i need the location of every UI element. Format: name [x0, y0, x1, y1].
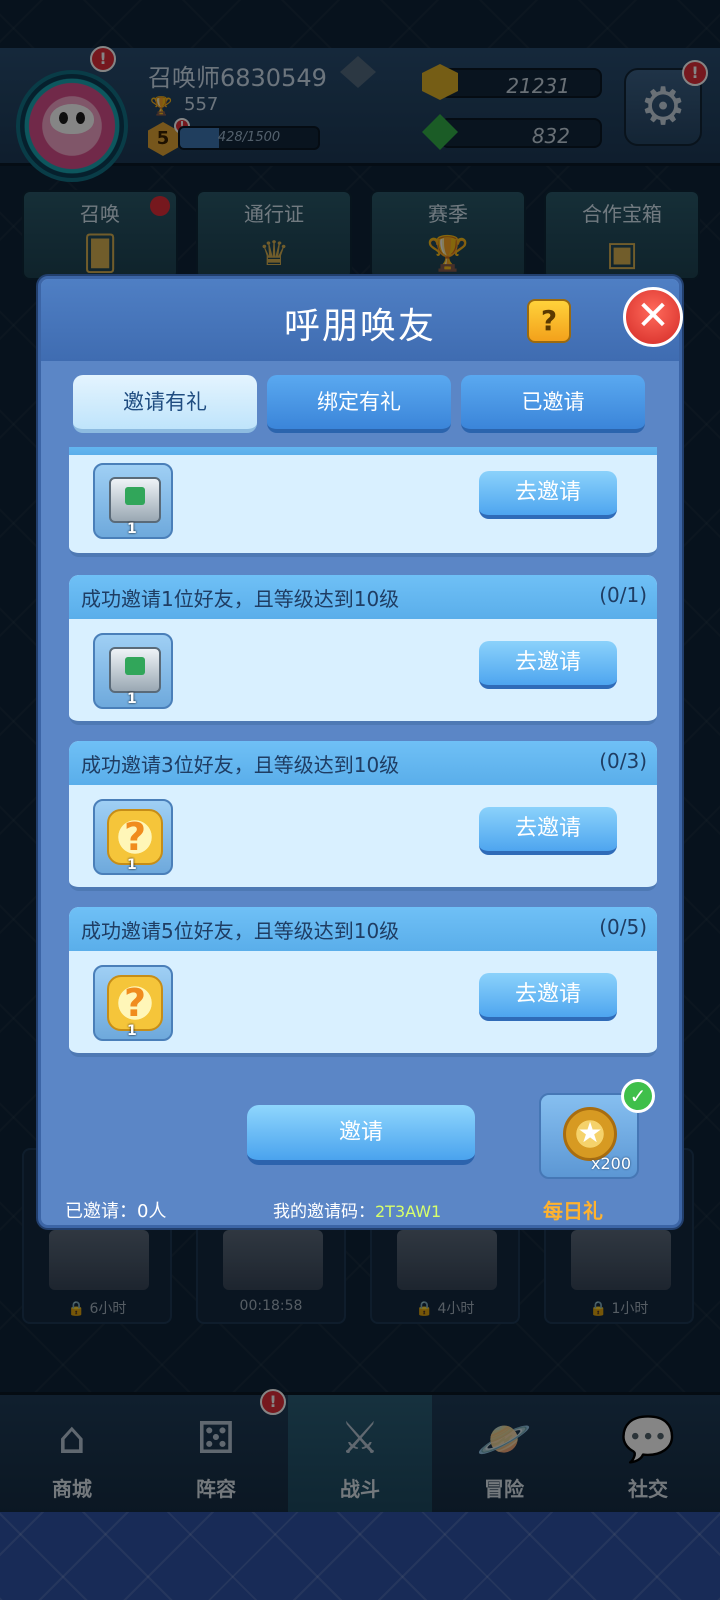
card-header: 成功邀请1位好友，且等级达到10级 (0/1) [69, 575, 657, 619]
reward-count: 1 [127, 1023, 137, 1039]
task-card: 成功邀请3位好友，且等级达到10级 (0/3) ? 1 去邀请 [69, 741, 657, 891]
check-icon: ✓ [621, 1079, 655, 1113]
chest-reward-icon [109, 477, 161, 523]
task-progress: (0/5) [599, 915, 647, 939]
reward-item[interactable]: ? 1 [93, 965, 173, 1041]
card-header: 成功邀请3位好友，且等级达到10级 (0/3) [69, 741, 657, 785]
invite-code-row: 我的邀请码：2T3AW1 [273, 1197, 441, 1222]
invite-friends-modal: 呼朋唤友 ? ✕ 邀请有礼 绑定有礼 已邀请 1 去邀请 成功邀请1位好友，且等… [38, 276, 683, 1228]
task-progress: (0/1) [599, 583, 647, 607]
reward-count: 1 [127, 521, 137, 537]
close-button[interactable]: ✕ [623, 287, 683, 347]
task-card: 成功邀请5位好友，且等级达到10级 (0/5) ? 1 去邀请 [69, 907, 657, 1057]
invite-button[interactable]: 邀请 [247, 1105, 475, 1165]
task-progress: (0/3) [599, 749, 647, 773]
reward-item[interactable]: ? 1 [93, 799, 173, 875]
invited-count: 已邀请：0人 [65, 1201, 167, 1222]
invite-code-label: 我的邀请码： [273, 1202, 375, 1222]
go-invite-button[interactable]: 去邀请 [479, 973, 617, 1021]
help-button[interactable]: ? [527, 299, 571, 343]
card-header: 成功邀请5位好友，且等级达到10级 (0/5) [69, 907, 657, 951]
task-card: 1 去邀请 [69, 447, 657, 557]
task-card: 成功邀请1位好友，且等级达到10级 (0/1) 1 去邀请 [69, 575, 657, 725]
reward-count: 1 [127, 691, 137, 707]
daily-reward-qty: x200 [590, 1154, 631, 1173]
go-invite-button[interactable]: 去邀请 [479, 807, 617, 855]
daily-gift-label[interactable]: 每日礼 [543, 1195, 603, 1224]
reward-item[interactable]: 1 [93, 463, 173, 539]
coin-icon: ★ [563, 1107, 617, 1161]
task-title: 成功邀请5位好友，且等级达到10级 [81, 919, 400, 943]
tab-bind-rewards[interactable]: 绑定有礼 [267, 375, 451, 433]
task-title: 成功邀请3位好友，且等级达到10级 [81, 753, 400, 777]
task-title: 成功邀请1位好友，且等级达到10级 [81, 587, 400, 611]
reward-count: 1 [127, 857, 137, 873]
modal-title: 呼朋唤友 [283, 306, 436, 347]
task-list[interactable]: 1 去邀请 成功邀请1位好友，且等级达到10级 (0/1) 1 去邀请 成功邀请… [69, 447, 657, 1059]
reward-item[interactable]: 1 [93, 633, 173, 709]
go-invite-button[interactable]: 去邀请 [479, 641, 617, 689]
go-invite-button[interactable]: 去邀请 [479, 471, 617, 519]
chest-reward-icon [109, 647, 161, 693]
tab-invite-rewards[interactable]: 邀请有礼 [73, 375, 257, 433]
modal-header: 呼朋唤友 ? ✕ [41, 279, 683, 361]
tab-invited[interactable]: 已邀请 [461, 375, 645, 433]
invite-code[interactable]: 2T3AW1 [375, 1202, 441, 1221]
card-header [69, 447, 657, 455]
